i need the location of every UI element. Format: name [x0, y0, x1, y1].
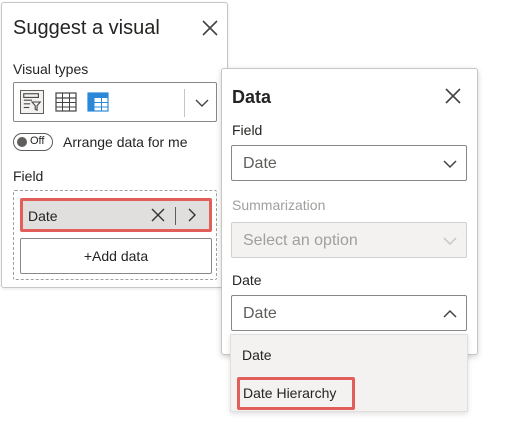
remove-field-icon[interactable]: [151, 208, 165, 222]
date-option-date-hierarchy[interactable]: Date Hierarchy: [231, 375, 467, 412]
field-section-label: Field: [13, 168, 44, 184]
suggest-visual-panel: Suggest a visual Visual types Off Arrang…: [1, 2, 228, 288]
field-well: Date +Add data: [13, 190, 217, 280]
add-data-button[interactable]: +Add data: [20, 238, 212, 274]
toggle-knob: [17, 137, 27, 147]
decomposition-tree-icon[interactable]: [20, 90, 44, 114]
visual-types-label: Visual types: [13, 61, 89, 77]
chevron-up-icon: [443, 309, 457, 318]
summarization-label: Summarization: [232, 197, 326, 213]
date-options-list: Date Date Hierarchy: [230, 334, 468, 412]
chevron-down-icon: [443, 237, 457, 246]
pill-divider: [175, 207, 176, 225]
selector-divider: [184, 89, 185, 117]
field-dropdown[interactable]: Date: [231, 145, 467, 181]
option-label: Date Hierarchy: [243, 385, 337, 401]
arrange-data-label: Arrange data for me: [63, 134, 188, 150]
date-option-date[interactable]: Date: [231, 337, 467, 374]
arrange-data-toggle[interactable]: Off: [13, 133, 53, 151]
field-pill-label: Date: [28, 208, 58, 224]
field-pill-date[interactable]: Date: [20, 198, 212, 232]
date-dropdown-value: Date: [243, 305, 277, 322]
toggle-state-text: Off: [30, 135, 45, 147]
close-icon[interactable]: [444, 87, 462, 105]
option-label: Date: [242, 347, 272, 363]
visual-types-selector[interactable]: [13, 82, 217, 122]
chevron-down-icon[interactable]: [194, 95, 210, 111]
close-icon[interactable]: [200, 18, 220, 38]
table-icon[interactable]: [54, 90, 78, 114]
field-dropdown-value: Date: [243, 155, 277, 172]
data-panel-title: Data: [232, 87, 272, 107]
summarization-placeholder: Select an option: [243, 232, 358, 249]
suggest-visual-title: Suggest a visual: [13, 17, 160, 39]
chevron-right-icon[interactable]: [185, 208, 199, 222]
summarization-dropdown: Select an option: [231, 222, 467, 258]
date-label: Date: [232, 272, 262, 288]
data-panel: Data Field Date Summarization Select an …: [221, 68, 478, 355]
chevron-down-icon: [443, 160, 457, 169]
field-label: Field: [232, 122, 263, 138]
date-dropdown[interactable]: Date: [231, 295, 467, 331]
matrix-icon[interactable]: [86, 90, 110, 114]
